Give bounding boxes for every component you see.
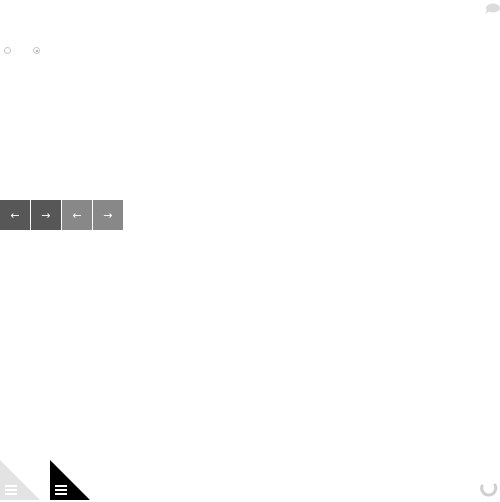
arrow-left-icon: ← xyxy=(10,208,20,222)
next-button-secondary[interactable]: → xyxy=(93,200,123,230)
arrow-navigation: ← → ← → xyxy=(0,200,123,230)
arrow-right-icon: → xyxy=(41,208,51,222)
prev-button[interactable]: ← xyxy=(0,200,30,230)
refresh-icon[interactable] xyxy=(480,480,498,498)
arrow-left-icon: ← xyxy=(72,208,82,222)
hamburger-menu-icon xyxy=(5,485,17,495)
prev-button-secondary[interactable]: ← xyxy=(62,200,92,230)
radio-option-1[interactable] xyxy=(4,47,11,54)
hamburger-menu-icon xyxy=(55,485,67,495)
menu-toggle-dark[interactable] xyxy=(50,460,90,500)
speech-bubble-icon[interactable] xyxy=(484,0,500,14)
next-button[interactable]: → xyxy=(31,200,61,230)
arrow-right-icon: → xyxy=(103,208,113,222)
menu-toggle-light[interactable] xyxy=(0,460,40,500)
radio-option-2[interactable] xyxy=(33,47,40,54)
